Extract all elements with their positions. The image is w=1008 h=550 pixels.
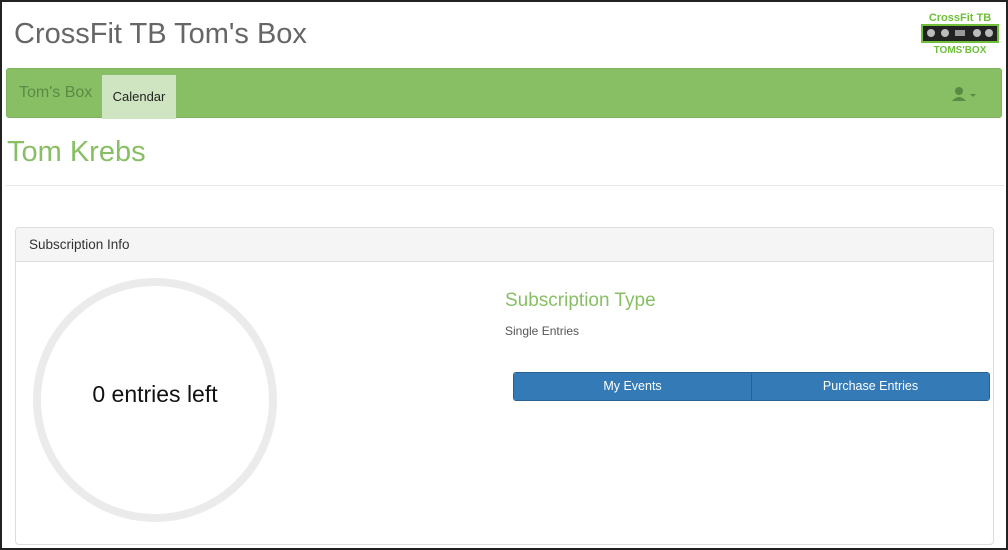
- subscription-info-panel: Subscription Info 0 entries left Subscri…: [15, 227, 994, 545]
- caret-down-icon: [970, 94, 976, 97]
- entries-progress-ring: 0 entries left: [33, 278, 277, 522]
- nav-brand-link[interactable]: Tom's Box: [19, 84, 92, 102]
- panel-heading: Subscription Info: [16, 228, 993, 262]
- site-title: CrossFit TB Tom's Box: [14, 18, 307, 50]
- my-events-button[interactable]: My Events: [514, 373, 751, 400]
- subscription-type-label: Subscription Type: [505, 290, 656, 311]
- crossfit-logo: CrossFit TB TOMS'BOX: [921, 12, 999, 54]
- svg-text:CrossFit TB: CrossFit TB: [929, 12, 991, 24]
- athlete-name-heading: Tom Krebs: [7, 136, 146, 168]
- main-navbar: Tom's Box Calendar: [6, 68, 1002, 119]
- subscription-button-group: My Events Purchase Entries: [513, 372, 990, 401]
- purchase-entries-button[interactable]: Purchase Entries: [751, 373, 989, 400]
- svg-text:TOMS'BOX: TOMS'BOX: [934, 45, 987, 54]
- app-frame: CrossFit TB Tom's Box CrossFit TB TOMS'B…: [0, 0, 1008, 550]
- entries-left-text: 0 entries left: [92, 381, 218, 407]
- subscription-type-value: Single Entries: [505, 324, 580, 338]
- site-header: CrossFit TB Tom's Box CrossFit TB TOMS'B…: [2, 2, 1006, 68]
- heading-divider: [6, 185, 1004, 186]
- user-icon: [952, 87, 966, 101]
- nav-item-calendar[interactable]: Calendar: [102, 75, 176, 119]
- user-menu-dropdown[interactable]: [949, 86, 981, 104]
